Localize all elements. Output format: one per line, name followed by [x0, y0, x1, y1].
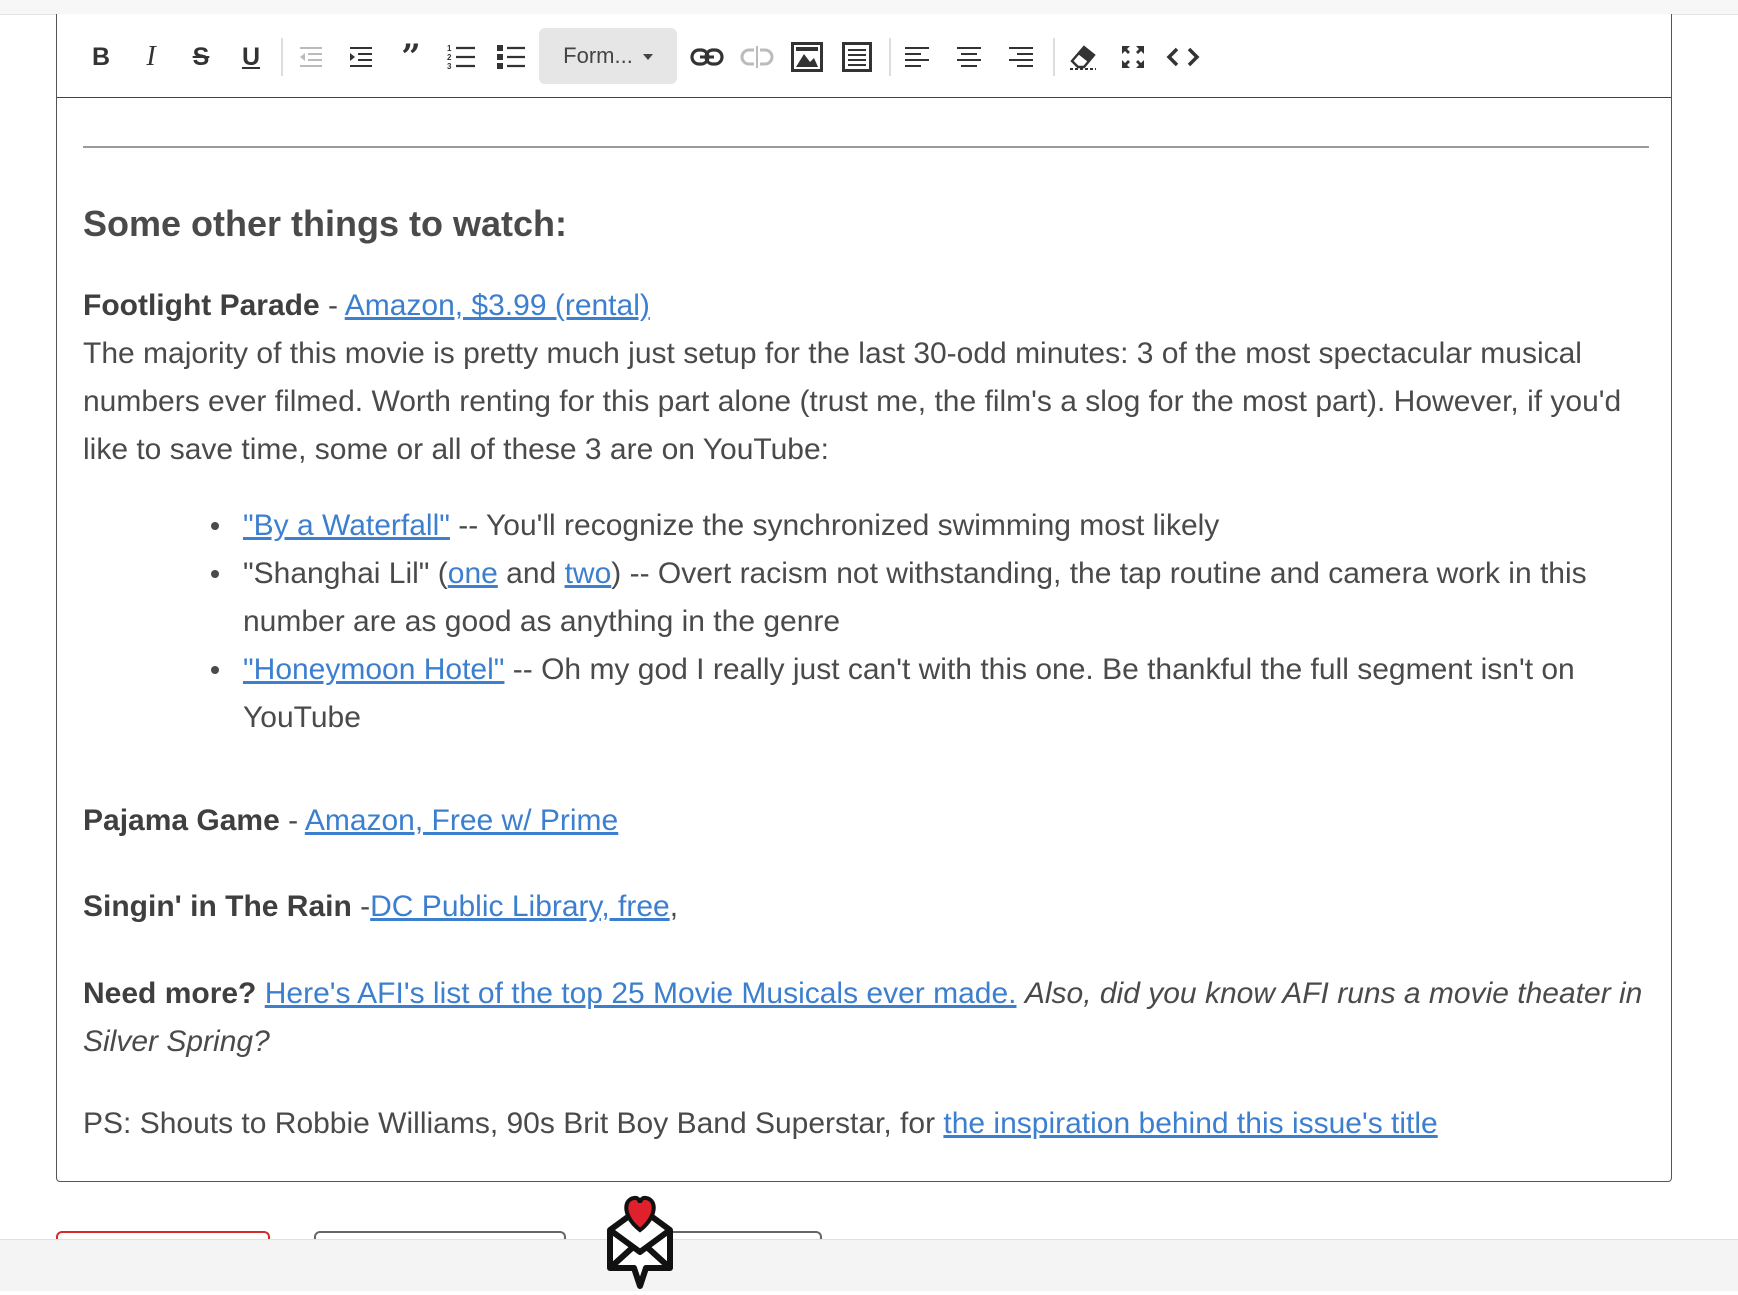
bottom-bar	[0, 1239, 1738, 1291]
heart-mail-logo-icon	[602, 1190, 678, 1290]
outdent-icon[interactable]	[293, 40, 329, 74]
afi-list-link[interactable]: Here's AFI's list of the top 25 Movie Mu…	[265, 977, 1017, 1010]
indent-icon[interactable]	[343, 40, 379, 74]
rich-text-editor: B I S U ” 123 Form... Some other things …	[56, 14, 1672, 1182]
title-inspiration-link[interactable]: the inspiration behind this issue's titl…	[943, 1107, 1437, 1140]
honeymoon-hotel-link[interactable]: "Honeymoon Hotel"	[243, 653, 504, 686]
need-more-label: Need more?	[83, 977, 257, 1010]
unordered-list-icon[interactable]	[493, 40, 529, 74]
trailing-comma: ,	[669, 890, 679, 923]
code-icon[interactable]	[1165, 40, 1201, 74]
blockquote-icon[interactable]: ”	[393, 37, 429, 77]
need-more-entry: Need more? Here's AFI's list of the top …	[83, 970, 1649, 1066]
list-item-text: -- You'll recognize the synchronized swi…	[449, 509, 1220, 542]
svg-text:1: 1	[447, 44, 452, 53]
footlight-entry: Footlight Parade - Amazon, $3.99 (rental…	[83, 282, 1649, 330]
eraser-icon[interactable]	[1065, 40, 1101, 74]
horizontal-rule	[83, 146, 1649, 148]
title-separator: -	[351, 890, 371, 923]
toolbar-divider	[889, 38, 891, 76]
footlight-description: The majority of this movie is pretty muc…	[83, 337, 1622, 466]
ps-text: PS: Shouts to Robbie Williams, 90s Brit …	[83, 1107, 944, 1140]
editor-toolbar: B I S U ” 123 Form...	[57, 14, 1671, 98]
list-item-text: "Shanghai Lil" (	[243, 557, 448, 590]
bold-icon[interactable]: B	[83, 40, 119, 74]
ps-line: PS: Shouts to Robbie Williams, 90s Brit …	[83, 1100, 1649, 1148]
align-left-icon[interactable]	[899, 40, 935, 74]
image-icon[interactable]	[789, 40, 825, 74]
link-icon[interactable]	[689, 40, 725, 74]
song-list: "By a Waterfall" -- You'll recognize the…	[83, 502, 1649, 742]
strikethrough-icon[interactable]: S	[183, 40, 219, 74]
align-center-icon[interactable]	[951, 40, 987, 74]
unlink-icon[interactable]	[739, 40, 775, 74]
footlight-amazon-link[interactable]: Amazon, $3.99 (rental)	[345, 289, 650, 322]
list-item-text: and	[497, 557, 565, 590]
align-right-icon[interactable]	[1003, 40, 1039, 74]
svg-text:2: 2	[447, 53, 452, 62]
shanghai-lil-one-link[interactable]: one	[448, 557, 498, 590]
format-dropdown[interactable]: Form...	[539, 28, 677, 84]
top-strip	[0, 0, 1738, 15]
title-separator: -	[279, 804, 305, 837]
italic-icon[interactable]: I	[133, 40, 169, 74]
pajama-entry: Pajama Game - Amazon, Free w/ Prime	[83, 797, 1649, 845]
shanghai-lil-two-link[interactable]: two	[565, 557, 612, 590]
list-item: "Shanghai Lil" (one and two) -- Overt ra…	[211, 550, 1649, 646]
movie-title-singin: Singin' in The Rain	[83, 890, 352, 923]
svg-text:3: 3	[447, 62, 452, 70]
underline-icon[interactable]: U	[233, 40, 269, 74]
ordered-list-icon[interactable]: 123	[443, 40, 479, 74]
section-heading: Some other things to watch:	[83, 203, 568, 244]
fullscreen-icon[interactable]	[1115, 40, 1151, 74]
movie-title-footlight: Footlight Parade	[83, 289, 320, 322]
title-separator: -	[319, 289, 345, 322]
table-icon[interactable]	[839, 40, 875, 74]
toolbar-divider	[1053, 38, 1055, 76]
by-a-waterfall-link[interactable]: "By a Waterfall"	[243, 509, 450, 542]
pajama-amazon-link[interactable]: Amazon, Free w/ Prime	[305, 804, 618, 837]
chevron-down-icon	[642, 54, 653, 60]
movie-title-pajama: Pajama Game	[83, 804, 280, 837]
toolbar-divider	[281, 38, 283, 76]
singin-entry: Singin' in The Rain -DC Public Library, …	[83, 883, 1649, 931]
list-item: "By a Waterfall" -- You'll recognize the…	[211, 502, 1649, 550]
list-item: "Honeymoon Hotel" -- Oh my god I really …	[211, 646, 1649, 742]
dc-library-link[interactable]: DC Public Library, free	[370, 890, 670, 923]
format-dropdown-label: Form...	[563, 43, 633, 68]
